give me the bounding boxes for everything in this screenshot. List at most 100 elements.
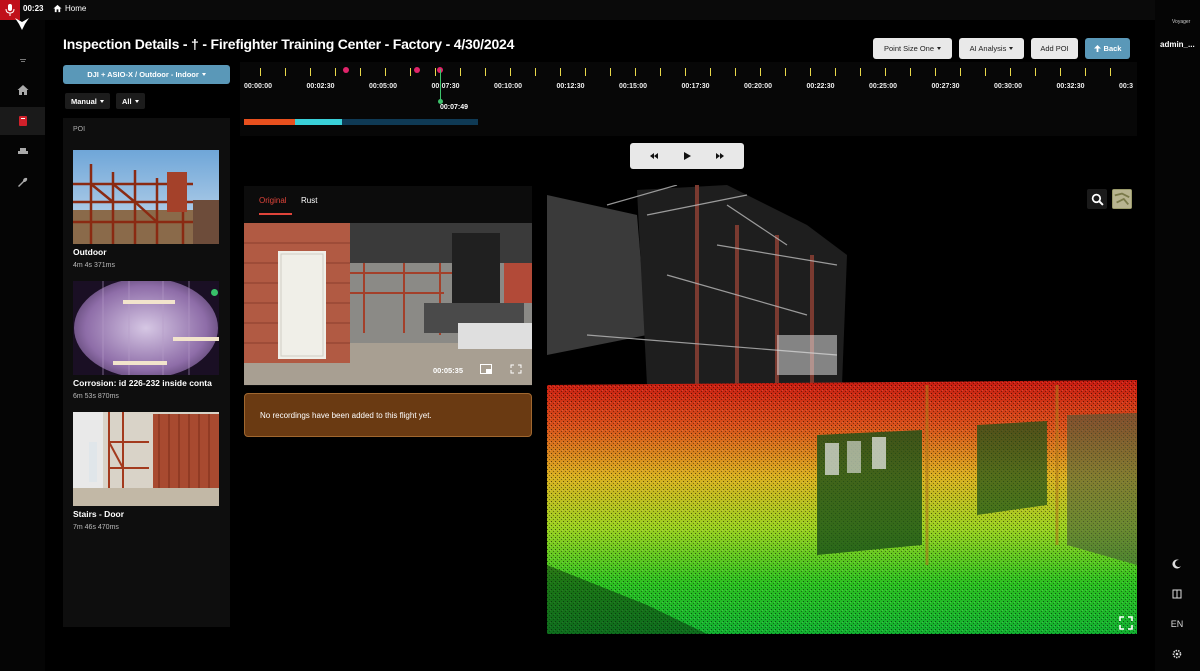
inspections-nav-icon[interactable]: [0, 107, 45, 135]
left-nav-rail: [0, 18, 45, 671]
picture-in-picture-icon[interactable]: [480, 364, 492, 374]
timeline-tick: [960, 68, 961, 76]
poi-thumbnail: [73, 412, 219, 506]
filter-mode-dropdown[interactable]: Manual: [65, 93, 110, 109]
expand-icon[interactable]: [1119, 616, 1133, 630]
timeline-label: 00:05:00: [369, 83, 398, 90]
back-button[interactable]: Back: [1085, 38, 1130, 59]
drone-flight-dropdown[interactable]: DJI + ASIO-X / Outdoor - Indoor: [63, 65, 230, 84]
user-menu[interactable]: admin_...: [1160, 40, 1195, 49]
timeline-tick: [1035, 68, 1036, 76]
language-selector[interactable]: EN: [1168, 616, 1186, 632]
poi-time: 4m 4s 371ms: [73, 262, 116, 269]
poi-marker[interactable]: [414, 67, 420, 73]
chevron-down-icon: [1009, 47, 1014, 50]
play-icon[interactable]: [682, 151, 692, 161]
fullscreen-icon[interactable]: [510, 364, 522, 374]
timeline-tick: [260, 68, 261, 76]
top-bar: 00:23 Home: [0, 0, 1200, 20]
tab-rust[interactable]: Rust: [301, 196, 317, 205]
video-panel: Original Rust 00:05:35: [244, 186, 532, 386]
back-arrow-icon: [1093, 45, 1101, 52]
timeline-tick: [685, 68, 686, 76]
drone-flight-label: DJI + ASIO-X / Outdoor - Indoor: [87, 70, 199, 79]
wrench-icon[interactable]: [0, 168, 45, 196]
add-poi-label: Add POI: [1040, 44, 1069, 53]
ai-analysis-label: AI Analysis: [969, 44, 1007, 53]
timeline-label: 00:00:00: [244, 83, 273, 90]
filter-all-dropdown[interactable]: All: [116, 93, 145, 109]
timeline-tick: [885, 68, 886, 76]
video-time: 00:05:35: [433, 366, 464, 375]
timeline-tick: [410, 68, 411, 76]
poi-thumbnail: [73, 281, 219, 375]
timeline-tick: [710, 68, 711, 76]
timeline-label: 00:22:30: [806, 83, 835, 90]
chevron-down-icon: [201, 73, 206, 76]
timeline-tick: [935, 68, 936, 76]
settings-gear-icon[interactable]: [1168, 646, 1186, 662]
poi-marker[interactable]: [343, 67, 349, 73]
flight-progress-bar: [244, 119, 478, 125]
timeline-tick: [635, 68, 636, 76]
timeline-label: 00:10:00: [494, 83, 523, 90]
poi-status-dot: [211, 289, 218, 296]
timeline-tick: [510, 68, 511, 76]
point-size-label: Point Size One: [883, 44, 935, 53]
drone-nav-icon[interactable]: [0, 137, 45, 165]
brand-label: Voyager: [1172, 19, 1191, 25]
poi-name: Corrosion: id 226-232 inside conta: [73, 378, 212, 388]
home-nav-icon[interactable]: [0, 76, 45, 104]
timeline-label: 00:30:00: [994, 83, 1023, 90]
timeline-tick: [1010, 68, 1011, 76]
filter-all-label: All: [122, 96, 132, 106]
poi-panel: POI Outdoor 4m 4s 371ms Corrosion: id 22…: [63, 118, 230, 627]
poi-card[interactable]: Outdoor 4m 4s 371ms: [73, 150, 219, 269]
flight-timeline[interactable]: 00:00:00 00:02:30 00:05:00 00:07:30 00:10:00…: [240, 62, 1137, 136]
timeline-tick: [760, 68, 761, 76]
poi-time: 7m 46s 470ms: [73, 524, 119, 531]
ai-analysis-dropdown[interactable]: AI Analysis: [959, 38, 1024, 59]
timeline-tick: [985, 68, 986, 76]
page-title: Inspection Details - † - Firefighter Tra…: [63, 36, 515, 52]
poi-time: 6m 53s 870ms: [73, 393, 119, 400]
breadcrumb-home[interactable]: Home: [53, 4, 86, 13]
fast-forward-icon[interactable]: [715, 151, 725, 161]
timeline-tick: [585, 68, 586, 76]
playhead[interactable]: [440, 69, 441, 101]
zoom-search-icon[interactable]: [1087, 189, 1107, 209]
video-frame[interactable]: 00:05:35: [244, 223, 532, 385]
moon-icon[interactable]: [1168, 556, 1186, 572]
add-poi-button[interactable]: Add POI: [1031, 38, 1078, 59]
poi-card[interactable]: Stairs - Door 7m 46s 470ms: [73, 412, 219, 531]
active-tab-indicator: [259, 213, 292, 215]
timeline-tick: [385, 68, 386, 76]
point-size-dropdown[interactable]: Point Size One: [873, 38, 952, 59]
timeline-label: 00:20:00: [744, 83, 773, 90]
tab-original[interactable]: Original: [259, 196, 287, 205]
map-thumbnail-icon[interactable]: [1112, 189, 1132, 209]
rewind-icon[interactable]: [649, 151, 659, 161]
timeline-label: 00:07:30: [431, 83, 460, 90]
timeline-label: 00:02:30: [306, 83, 335, 90]
menu-icon[interactable]: [0, 46, 45, 74]
breadcrumb-home-label: Home: [65, 4, 87, 13]
timeline-tick: [810, 68, 811, 76]
progress-segment-cyan: [295, 119, 343, 125]
timeline-label: 00:25:00: [869, 83, 898, 90]
timeline-label: 00:27:30: [931, 83, 960, 90]
playhead-time: 00:07:49: [440, 104, 469, 111]
poi-card[interactable]: Corrosion: id 226-232 inside conta 6m 53…: [73, 281, 219, 400]
timeline-tick: [910, 68, 911, 76]
point-cloud-viewer[interactable]: [547, 185, 1137, 634]
poi-thumbnail: [73, 150, 219, 244]
playback-controls: [630, 143, 744, 169]
columns-icon[interactable]: [1168, 586, 1186, 602]
timeline-tick: [460, 68, 461, 76]
filter-mode-label: Manual: [71, 96, 97, 106]
timeline-tick: [660, 68, 661, 76]
poi-name: Stairs - Door: [73, 509, 125, 519]
home-icon: [53, 4, 62, 13]
chevron-down-icon: [134, 99, 139, 103]
timeline-tick: [535, 68, 536, 76]
